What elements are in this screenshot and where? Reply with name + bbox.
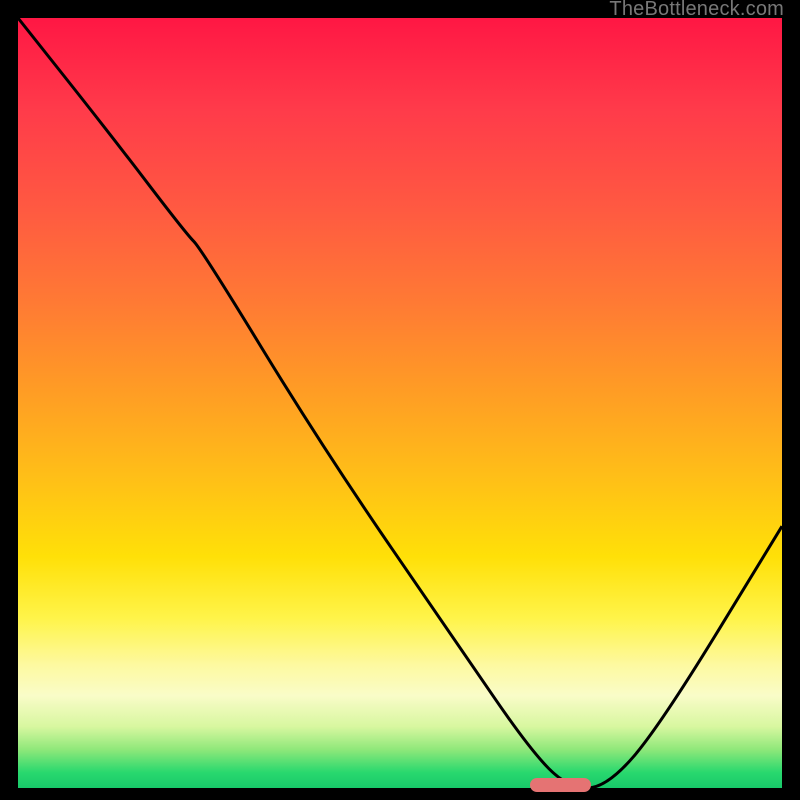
chart-gradient-background <box>18 18 782 788</box>
optimal-range-marker <box>530 778 591 792</box>
chart-frame <box>18 18 782 788</box>
